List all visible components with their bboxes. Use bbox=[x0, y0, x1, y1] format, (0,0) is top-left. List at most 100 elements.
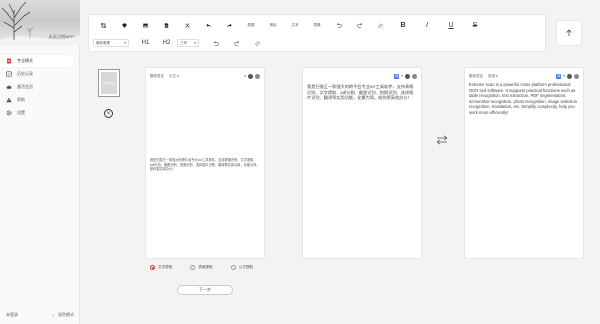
chevron-down-icon[interactable]: ▾ bbox=[244, 74, 246, 78]
undo-arrow-button[interactable] bbox=[198, 19, 219, 31]
text-button[interactable]: 文本 bbox=[284, 19, 306, 31]
radio-label: 文字提取 bbox=[158, 265, 173, 269]
recognized-text[interactable]: 我是扫描王一款强大的跨平台专业ocr工具软件，支持表格识别、文字提取、pdf分割… bbox=[307, 84, 417, 101]
warning-icon bbox=[6, 97, 12, 103]
copy-icon[interactable]: ▤ bbox=[556, 73, 562, 79]
info-icon[interactable] bbox=[412, 73, 417, 79]
scroll-top-button[interactable] bbox=[556, 20, 582, 46]
file-button[interactable] bbox=[156, 19, 177, 31]
toolbar-row-2: 微软雅黑 ▾ H1 H2 三号 ▾ bbox=[93, 37, 268, 49]
copy-icon[interactable]: ▤ bbox=[394, 73, 400, 79]
document-icon bbox=[6, 58, 12, 64]
chevron-down-icon: ▾ bbox=[496, 74, 498, 78]
redo-button-2[interactable] bbox=[226, 37, 247, 49]
toggle-icon[interactable] bbox=[248, 73, 253, 79]
forward-icon bbox=[227, 23, 232, 27]
target-language-value: 英语 bbox=[488, 73, 495, 78]
underline-button[interactable]: U bbox=[439, 19, 463, 31]
shuffle-button[interactable] bbox=[177, 19, 198, 31]
crop-button[interactable] bbox=[93, 19, 114, 31]
sidebar-item-professional-mode[interactable]: 专业模式 bbox=[0, 55, 74, 67]
undo-button[interactable] bbox=[328, 19, 349, 31]
chevron-down-icon[interactable]: ▾ bbox=[401, 74, 403, 78]
clear-button[interactable]: 清除 bbox=[262, 19, 284, 31]
banner-caption: 水天日明APP bbox=[48, 34, 74, 39]
radio-formula-extract[interactable]: 公式提取 bbox=[230, 265, 254, 270]
image-button[interactable] bbox=[135, 19, 156, 31]
language-label: 翻译语言 bbox=[469, 73, 483, 78]
moon-icon: ☾ bbox=[52, 312, 56, 318]
swap-icon[interactable] bbox=[436, 135, 448, 145]
radio-label: 公式提取 bbox=[238, 265, 254, 269]
sidebar-item-history[interactable]: 历史记录 bbox=[0, 68, 80, 80]
language-label: 翻译语言 bbox=[150, 73, 164, 78]
remove-thumbnail-button[interactable]: × bbox=[104, 109, 113, 118]
gear-icon bbox=[6, 110, 12, 116]
italic-button[interactable]: I bbox=[415, 19, 439, 31]
panel-header: ▤ ▾ bbox=[307, 72, 417, 80]
chevron-down-icon: ▾ bbox=[177, 74, 179, 78]
sidebar: 水天日明APP 专业模式 历史记录 激活会员 帮助 设置 未登录 ☾ 深色模式 bbox=[0, 0, 80, 324]
recognized-text-panel: ▤ ▾ 我是扫描王一款强大的跨平台专业ocr工具软件，支持表格识别、文字提取、p… bbox=[302, 67, 422, 259]
sidebar-item-label: 专业模式 bbox=[17, 58, 33, 63]
radio-table-extract[interactable]: 表格提取 bbox=[190, 265, 213, 270]
panel-actions: ▾ bbox=[244, 73, 260, 79]
radio-label: 表格提取 bbox=[198, 265, 213, 269]
shield-icon bbox=[122, 22, 127, 28]
panel-actions: ▤ ▾ bbox=[556, 73, 579, 79]
source-language-select[interactable]: 中文 ▾ bbox=[169, 74, 179, 79]
source-language-value: 中文 bbox=[169, 73, 176, 78]
arrow-up-icon bbox=[566, 29, 572, 36]
info-icon[interactable] bbox=[255, 73, 260, 79]
bold-button[interactable]: B bbox=[391, 19, 415, 31]
redo-icon bbox=[356, 22, 362, 28]
extraction-mode-group: 文字提取 表格提取 公式提取 bbox=[150, 265, 253, 270]
table-button[interactable]: 表格 bbox=[306, 19, 328, 31]
info-icon[interactable] bbox=[574, 73, 579, 79]
target-language-select[interactable]: 英语 ▾ bbox=[488, 74, 498, 79]
font-family-select[interactable]: 微软雅黑 ▾ bbox=[93, 39, 129, 47]
toggle-icon[interactable] bbox=[405, 73, 410, 79]
source-image-text: 我是扫描王一款强大的跨平台专业ocr工具软件，支持表格识别、文字提取、pdf分割… bbox=[150, 158, 260, 171]
eraser-icon bbox=[378, 22, 383, 28]
toggle-icon[interactable] bbox=[567, 73, 572, 79]
next-step-button[interactable]: 下一步 bbox=[177, 285, 233, 295]
heading1-button[interactable]: H1 bbox=[135, 37, 156, 49]
sidebar-item-label: 激活会员 bbox=[17, 84, 33, 89]
eraser-button[interactable] bbox=[370, 19, 391, 31]
sidebar-item-label: 历史记录 bbox=[17, 71, 33, 76]
dark-mode-toggle[interactable]: ☾ 深色模式 bbox=[52, 312, 74, 318]
panel-actions: ▤ ▾ bbox=[394, 73, 417, 79]
sidebar-item-label: 帮助 bbox=[17, 97, 25, 102]
crown-icon bbox=[6, 84, 12, 90]
close-icon: × bbox=[106, 110, 111, 117]
eraser-button-2[interactable] bbox=[247, 37, 268, 49]
page-thumbnail[interactable]: 万能扫描王 bbox=[98, 69, 120, 97]
sidebar-item-help[interactable]: 帮助 bbox=[0, 94, 80, 106]
heading2-button[interactable]: H2 bbox=[156, 37, 177, 49]
strikethrough-button[interactable]: S bbox=[463, 19, 487, 31]
toolbar-row-1: 原图 清除 文本 表格 B I U S bbox=[93, 19, 487, 31]
sidebar-item-membership[interactable]: 激活会员 bbox=[0, 81, 80, 93]
redo-button[interactable] bbox=[349, 19, 370, 31]
eraser-icon bbox=[255, 40, 260, 46]
shuffle-icon bbox=[185, 23, 190, 27]
chevron-down-icon[interactable]: ▾ bbox=[563, 74, 565, 78]
account-link[interactable]: 未登录 bbox=[6, 312, 18, 318]
radio-unselected-icon bbox=[190, 265, 196, 270]
history-icon bbox=[6, 71, 12, 77]
translated-text[interactable]: Extreme scan is a powerful cross platfor… bbox=[469, 82, 579, 116]
redo-arrow-button[interactable] bbox=[219, 19, 240, 31]
shield-button[interactable] bbox=[114, 19, 135, 31]
sidebar-item-settings[interactable]: 设置 bbox=[0, 107, 80, 119]
undo-button-2[interactable] bbox=[205, 37, 226, 49]
reply-icon bbox=[206, 23, 211, 27]
sidebar-footer: 未登录 ☾ 深色模式 bbox=[0, 312, 80, 318]
sidebar-item-label: 设置 bbox=[17, 110, 25, 115]
font-size-select[interactable]: 三号 ▾ bbox=[177, 39, 199, 47]
sidebar-banner-image: 水天日明APP bbox=[0, 0, 80, 46]
radio-text-extract[interactable]: 文字提取 bbox=[150, 265, 172, 270]
chevron-down-icon: ▾ bbox=[124, 41, 126, 45]
editor-toolbar: 原图 清除 文本 表格 B I U S 微软雅黑 ▾ H1 H2 三号 ▾ bbox=[88, 14, 546, 52]
original-image-button[interactable]: 原图 bbox=[240, 19, 262, 31]
